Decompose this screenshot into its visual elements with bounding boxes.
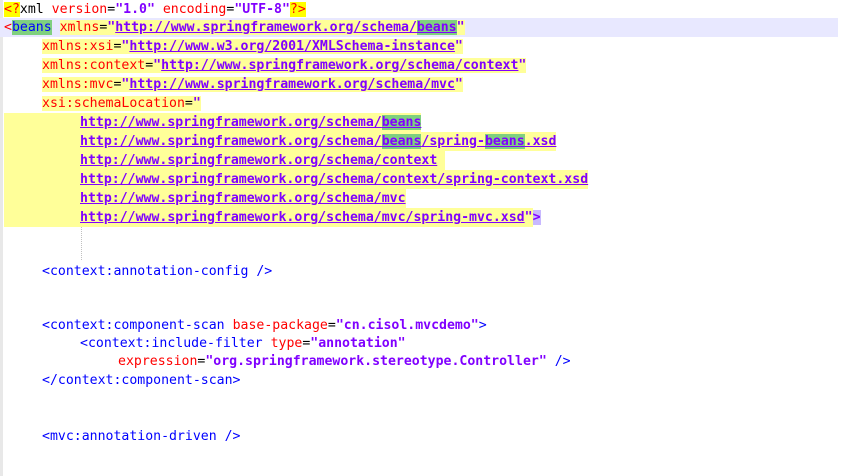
tag-name: <context:component-scan [42, 318, 225, 333]
tag-name: beans [11, 20, 52, 35]
prolog-open: <? [4, 2, 20, 17]
url-link[interactable]: http://www.springframework.org/schema/mv… [129, 77, 455, 92]
tag-close-bracket: > [532, 210, 541, 225]
tag-element: </context:component-scan> [42, 373, 241, 388]
code-line-4[interactable]: xmlns:context="http://www.springframewor… [4, 56, 527, 75]
code-line-10[interactable]: http://www.springframework.org/schema/co… [4, 170, 589, 189]
tag-name: <context:include-filter [80, 336, 263, 351]
tag-close-bracket: > [478, 318, 487, 333]
prolog-name: xml [19, 2, 44, 17]
attr-name: xmlns:mvc [42, 77, 114, 92]
attr-name: xmlns:context [42, 58, 146, 73]
url-link[interactable]: http://www.springframework.org/schema/ [80, 134, 382, 149]
attr-name: xmlns:xsi [42, 39, 114, 54]
url-match[interactable]: beans [416, 20, 457, 35]
attr-name: base-package [232, 318, 328, 333]
url-link[interactable]: http://www.springframework.org/schema/co… [80, 153, 437, 168]
url-link[interactable]: http://www.springframework.org/schema/mv… [80, 191, 406, 206]
equals: = [145, 58, 154, 73]
attr-name: xsi:schemaLocation [42, 96, 185, 111]
code-line-annotation-config[interactable]: <context:annotation-config /> [4, 262, 272, 281]
code-line-6[interactable]: xsi:schemaLocation=" [4, 94, 201, 113]
xml-code-editor[interactable]: <?xml version="1.0" encoding="UTF-8"?> <… [0, 0, 842, 476]
quote: " [456, 20, 465, 35]
attr-value: "annotation" [310, 336, 406, 351]
url-link[interactable]: http://www.springframework.org/schema/mv… [80, 210, 525, 225]
quote: " [454, 39, 463, 54]
attr-name: xmlns [59, 20, 100, 35]
attr-name: expression [118, 354, 198, 369]
attr-value: "cn.cisol.mvcdemo" [335, 318, 479, 333]
url-link[interactable]: http://www.w3.org/2001/XMLSchema-instanc… [129, 39, 455, 54]
attr-value: "org.springframework.stereotype.Controll… [205, 354, 547, 369]
quote: " [153, 58, 162, 73]
prolog-close: ?> [289, 2, 306, 17]
code-line-2[interactable]: <beans xmlns="http://www.springframework… [0, 18, 838, 37]
code-line-annotation-driven[interactable]: <mvc:annotation-driven /> [4, 427, 241, 446]
url-match[interactable]: beans [381, 134, 422, 149]
code-line-1[interactable]: <?xml version="1.0" encoding="UTF-8"?> [4, 0, 306, 19]
quote: " [454, 77, 463, 92]
url-link[interactable]: /spring- [421, 134, 485, 149]
attr-name: type [270, 336, 303, 351]
equals: = [184, 96, 193, 111]
equals: = [107, 2, 116, 17]
quote: " [192, 96, 201, 111]
url-link[interactable]: http://www.springframework.org/schema/ [115, 20, 417, 35]
url-match[interactable]: beans [484, 134, 525, 149]
quote: " [524, 210, 533, 225]
code-line-12[interactable]: http://www.springframework.org/schema/mv… [4, 208, 541, 227]
attr-value: "1.0" [115, 2, 155, 17]
attr-value: "UTF-8" [234, 2, 290, 17]
code-line-3[interactable]: xmlns:xsi="http://www.w3.org/2001/XMLSch… [4, 37, 463, 56]
code-line-component-scan[interactable]: <context:component-scan base-package="cn… [4, 316, 487, 335]
code-line-component-scan-close[interactable]: </context:component-scan> [4, 371, 241, 390]
url-link[interactable]: http://www.springframework.org/schema/co… [80, 172, 588, 187]
tag-element: <context:annotation-config /> [42, 264, 273, 279]
url-link[interactable]: .xsd [525, 134, 557, 149]
tag-element: <mvc:annotation-driven /> [42, 429, 241, 444]
attr-name: encoding [162, 2, 227, 17]
code-line-11[interactable]: http://www.springframework.org/schema/mv… [4, 189, 406, 208]
url-match[interactable]: beans [381, 115, 422, 130]
attr-name: version [51, 2, 108, 17]
code-line-include-filter[interactable]: <context:include-filter type="annotation… [4, 334, 406, 353]
quote: " [518, 58, 527, 73]
tag-open-bracket: < [4, 20, 12, 35]
code-line-expression[interactable]: expression="org.springframework.stereoty… [4, 352, 571, 371]
tag-self-close: /> [554, 354, 571, 369]
code-line-7[interactable]: http://www.springframework.org/schema/be… [4, 113, 422, 132]
url-link[interactable]: http://www.springframework.org/schema/co… [161, 58, 518, 73]
code-line-8[interactable]: http://www.springframework.org/schema/be… [4, 132, 557, 151]
code-line-9[interactable]: http://www.springframework.org/schema/co… [4, 151, 446, 170]
code-line-5[interactable]: xmlns:mvc="http://www.springframework.or… [4, 75, 463, 94]
equals: = [327, 318, 336, 333]
url-link[interactable]: http://www.springframework.org/schema/ [80, 115, 382, 130]
fold-margin [0, 0, 3, 476]
